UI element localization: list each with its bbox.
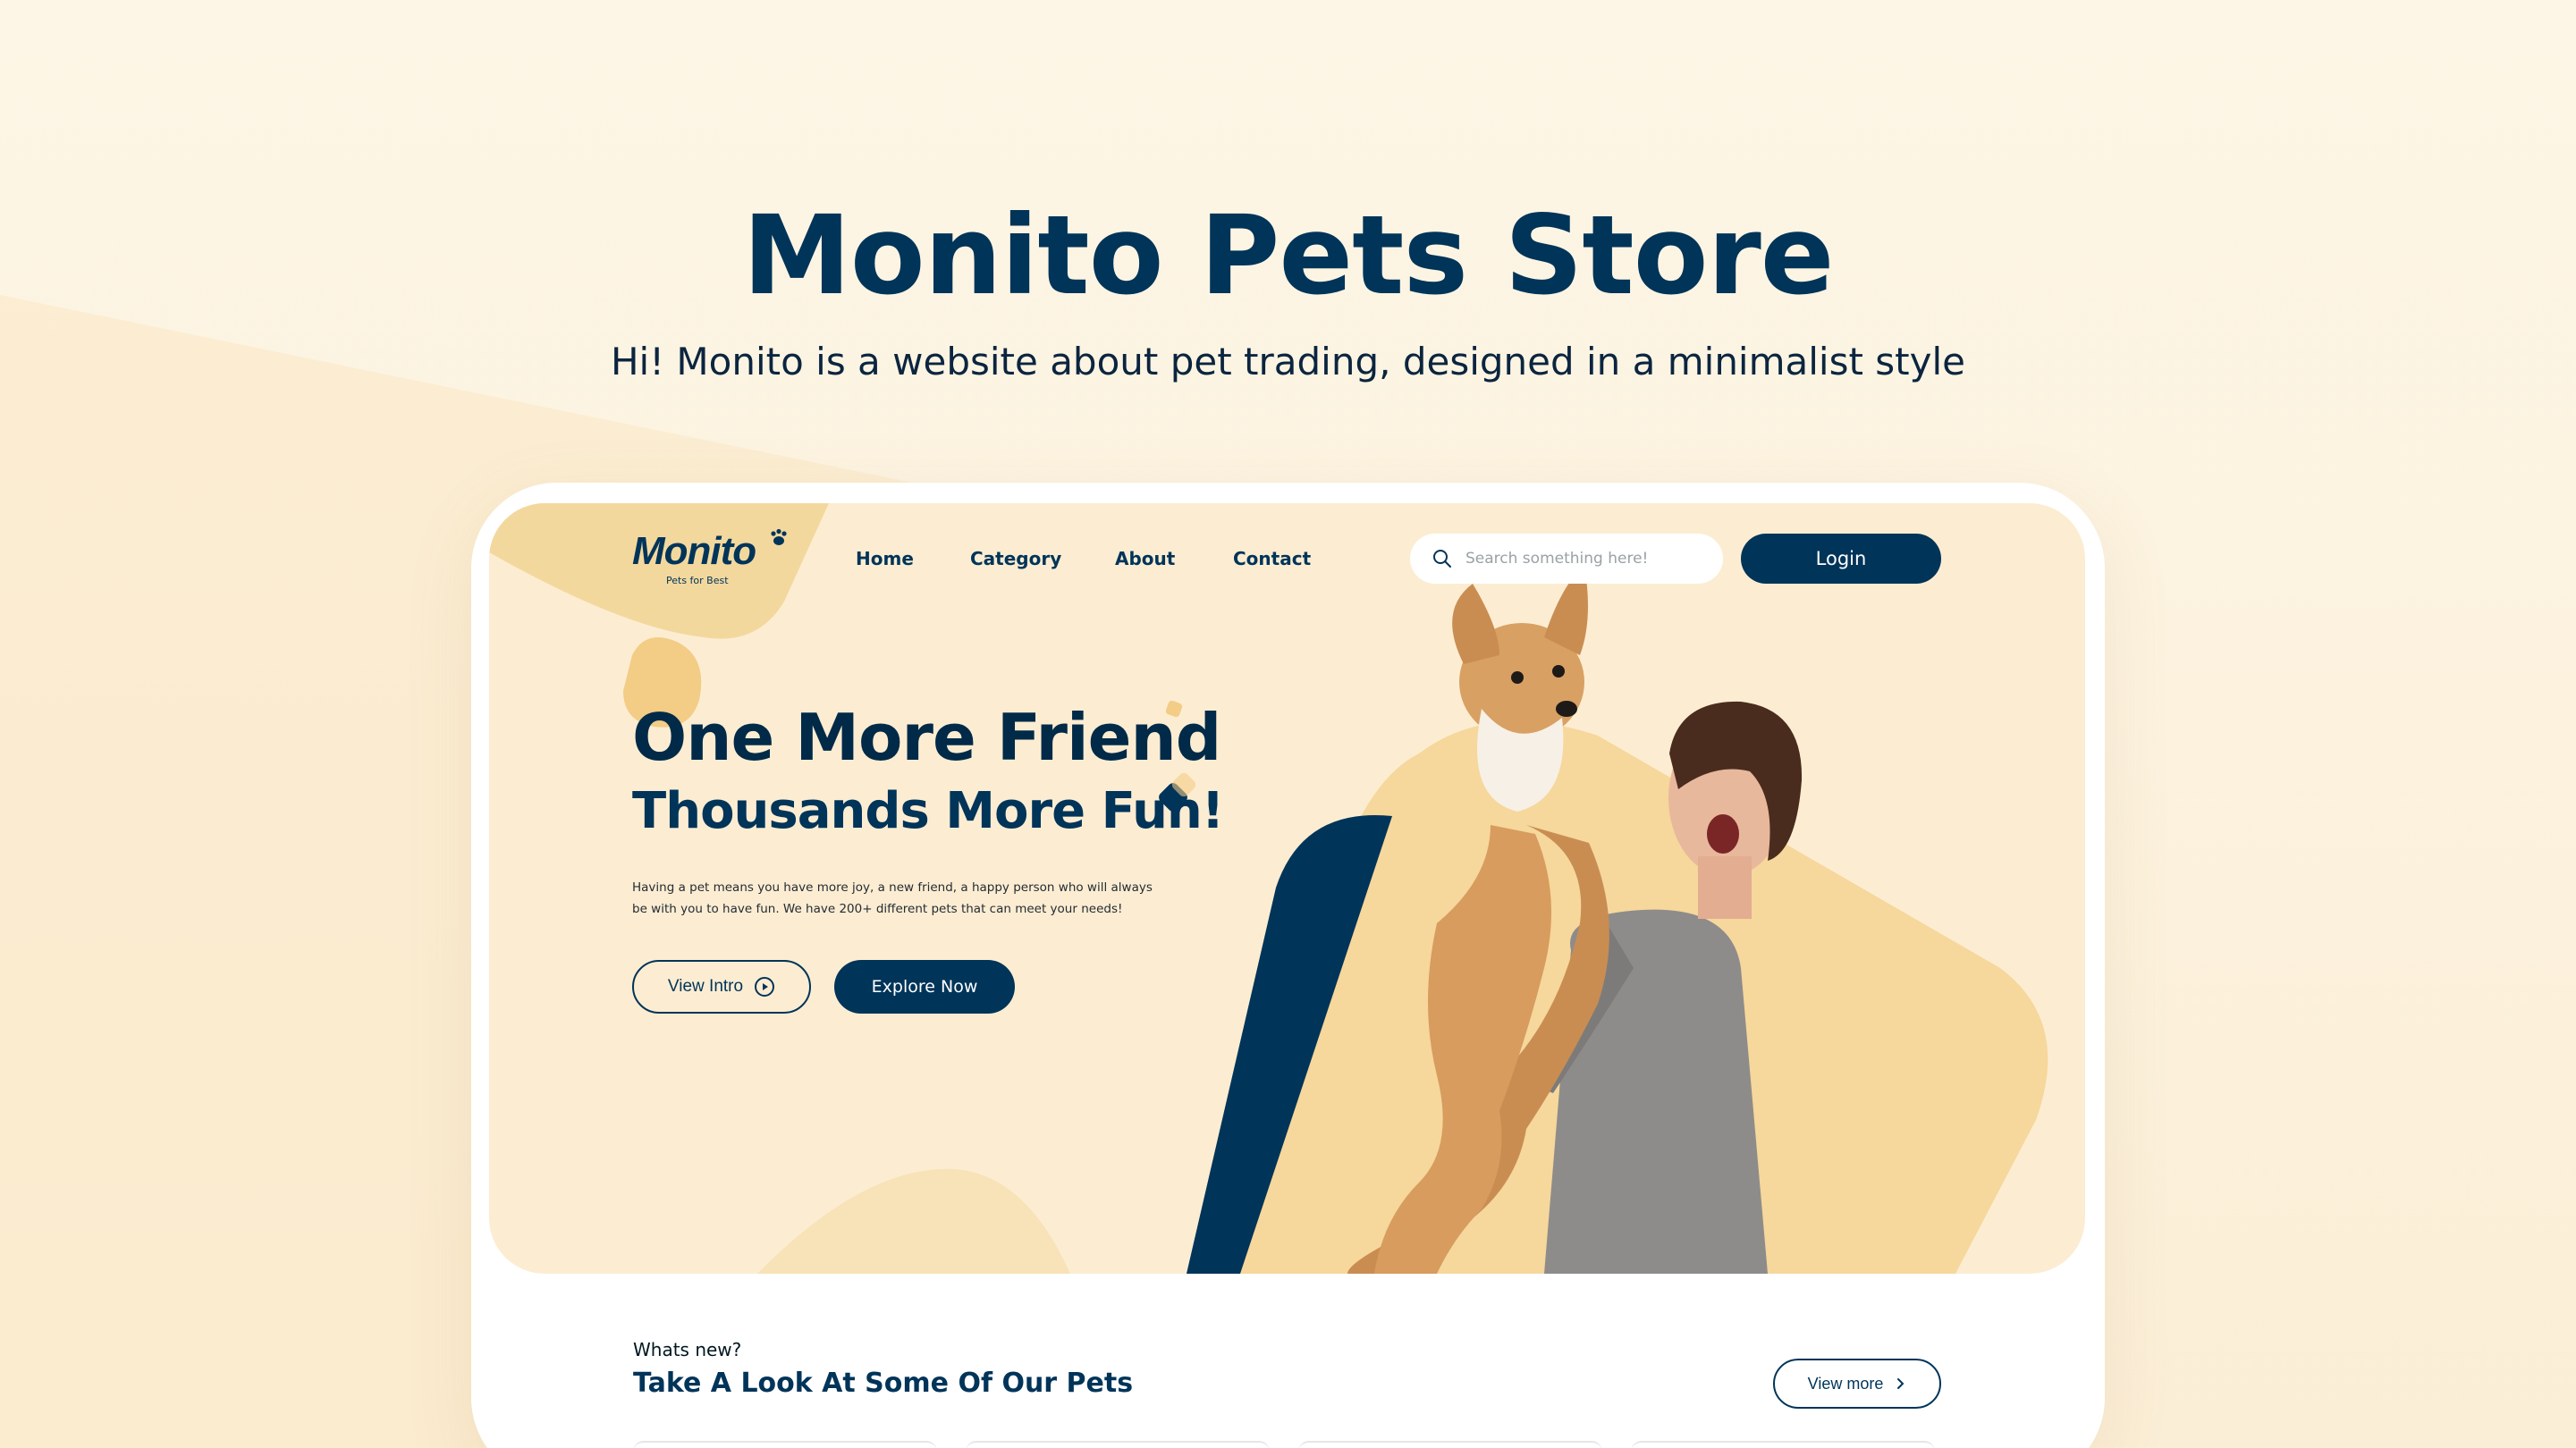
view-intro-label: View Intro xyxy=(667,977,744,996)
search-input[interactable] xyxy=(1465,550,1707,568)
explore-now-button[interactable]: Explore Now xyxy=(834,960,1015,1014)
hero-headline: One More Friend xyxy=(632,700,1221,775)
chevron-right-icon xyxy=(1897,1378,1905,1389)
login-button[interactable]: Login xyxy=(1741,534,1941,584)
view-intro-button[interactable]: View Intro xyxy=(632,960,811,1014)
view-more-button[interactable]: View more xyxy=(1773,1359,1941,1409)
showcase-title: Monito Pets Store xyxy=(742,192,1835,319)
hero-description: Having a pet means you have more joy, a … xyxy=(632,880,1153,916)
play-circle-icon xyxy=(755,977,775,997)
brand-tagline: Pets for Best xyxy=(666,575,729,586)
section-label: Whats new? xyxy=(633,1339,742,1360)
brand-name: Monito xyxy=(632,529,756,573)
nav-item-about[interactable]: About xyxy=(1115,548,1175,569)
pet-card[interactable] xyxy=(1298,1441,1602,1448)
section-title: Take A Look At Some Of Our Pets xyxy=(633,1368,1134,1399)
search-icon xyxy=(1433,550,1451,568)
brand-logo[interactable]: Monito Pets for Best xyxy=(632,528,789,586)
showcase-subtitle: Hi! Monito is a website about pet tradin… xyxy=(610,340,1966,383)
pet-card[interactable] xyxy=(633,1441,937,1448)
view-more-label: View more xyxy=(1807,1374,1884,1393)
pet-card[interactable] xyxy=(966,1441,1270,1448)
pet-card[interactable] xyxy=(1631,1441,1935,1448)
hero-subheadline: Thousands More Fun! xyxy=(632,782,1224,840)
nav-item-home[interactable]: Home xyxy=(856,548,914,569)
nav-item-category[interactable]: Category xyxy=(970,548,1061,569)
nav-item-contact[interactable]: Contact xyxy=(1233,548,1311,569)
search-bar[interactable] xyxy=(1410,534,1723,584)
paw-icon xyxy=(771,528,788,545)
hero-section: Monito Pets for Best Home Category About… xyxy=(489,503,2085,1274)
